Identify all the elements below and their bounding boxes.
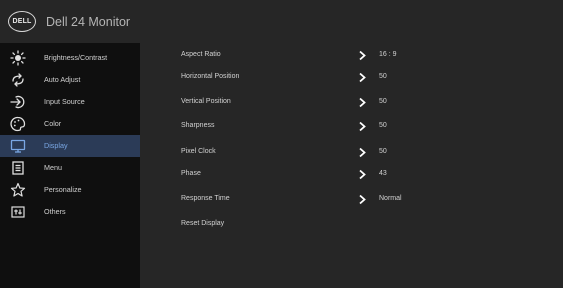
sidebar-item-label: Auto Adjust	[44, 75, 81, 84]
sidebar-item-auto-adjust[interactable]: Auto Adjust	[0, 69, 140, 91]
setting-label: Reset Display	[181, 220, 225, 227]
vertical-position-row[interactable]: Vertical Position 50	[140, 95, 563, 111]
brightness-icon	[10, 50, 26, 66]
monitor-osd: DELL Dell 24 Monitor Brightness/Contrast	[0, 0, 563, 288]
setting-label: Response Time	[181, 195, 230, 202]
dell-logo: DELL	[8, 11, 36, 32]
setting-label: Pixel Clock	[181, 148, 216, 155]
display-settings-panel: Aspect Ratio 16 : 9 Horizontal Position …	[140, 43, 563, 288]
setting-label: Aspect Ratio	[181, 51, 221, 58]
setting-value: 50	[379, 122, 387, 129]
sidebar-item-label: Personalize	[44, 185, 82, 194]
display-icon	[10, 138, 26, 154]
chevron-right-icon	[359, 147, 366, 158]
setting-value: 16 : 9	[379, 51, 397, 58]
sidebar-item-display[interactable]: Display	[0, 135, 140, 157]
sidebar-item-label: Brightness/Contrast	[44, 53, 108, 62]
setting-label: Phase	[181, 170, 201, 177]
input-source-icon	[10, 94, 26, 110]
sidebar-item-label: Input Source	[44, 97, 85, 106]
chevron-right-icon	[359, 169, 366, 180]
logo-text: DELL	[12, 18, 32, 25]
horizontal-position-row[interactable]: Horizontal Position 50	[140, 70, 563, 86]
color-icon	[10, 116, 26, 132]
sidebar-item-others[interactable]: Others	[0, 201, 140, 223]
setting-value: 50	[379, 148, 387, 155]
setting-label: Vertical Position	[181, 98, 231, 105]
sidebar-item-menu[interactable]: Menu	[0, 157, 140, 179]
setting-value: 50	[379, 73, 387, 80]
sidebar-item-input-source[interactable]: Input Source	[0, 91, 140, 113]
sidebar: Brightness/Contrast Auto Adjust Input So…	[0, 43, 140, 288]
setting-label: Horizontal Position	[181, 73, 240, 80]
sidebar-item-label: Display	[44, 141, 68, 150]
response-time-row[interactable]: Response Time Normal	[140, 192, 563, 208]
phase-row[interactable]: Phase 43	[140, 167, 563, 183]
sharpness-row[interactable]: Sharpness 50	[140, 119, 563, 135]
aspect-ratio-row[interactable]: Aspect Ratio 16 : 9	[140, 48, 563, 64]
chevron-right-icon	[359, 194, 366, 205]
setting-value: 43	[379, 170, 387, 177]
sidebar-item-label: Menu	[44, 163, 62, 172]
star-icon	[10, 182, 26, 198]
others-icon	[10, 204, 26, 220]
sidebar-item-color[interactable]: Color	[0, 113, 140, 135]
osd-header: DELL Dell 24 Monitor	[0, 0, 563, 42]
setting-label: Sharpness	[181, 122, 215, 129]
reset-display-row[interactable]: Reset Display	[140, 217, 563, 233]
menu-icon	[10, 160, 26, 176]
chevron-right-icon	[359, 72, 366, 83]
setting-value: Normal	[379, 195, 402, 202]
auto-adjust-icon	[10, 72, 26, 88]
chevron-right-icon	[359, 97, 366, 108]
sidebar-item-label: Color	[44, 119, 62, 128]
monitor-title: Dell 24 Monitor	[46, 15, 131, 29]
sidebar-item-label: Others	[44, 207, 66, 216]
sidebar-item-personalize[interactable]: Personalize	[0, 179, 140, 201]
pixel-clock-row[interactable]: Pixel Clock 50	[140, 145, 563, 161]
chevron-right-icon	[359, 50, 366, 61]
chevron-right-icon	[359, 121, 366, 132]
sidebar-item-brightness-contrast[interactable]: Brightness/Contrast	[0, 47, 140, 69]
setting-value: 50	[379, 98, 387, 105]
